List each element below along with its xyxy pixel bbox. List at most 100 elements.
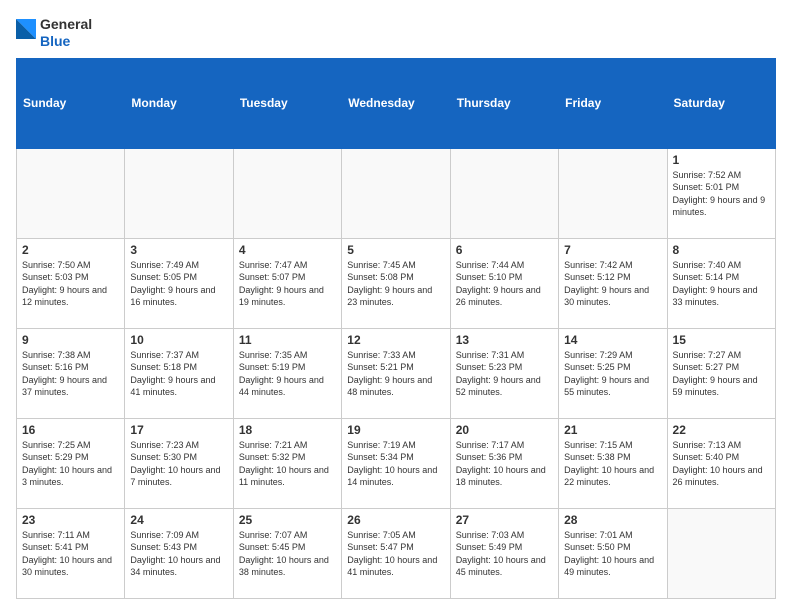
day-info: Sunrise: 7:25 AM Sunset: 5:29 PM Dayligh… xyxy=(22,439,119,489)
logo-triangle-icon xyxy=(16,19,36,47)
day-info: Sunrise: 7:49 AM Sunset: 5:05 PM Dayligh… xyxy=(130,259,227,309)
day-number: 9 xyxy=(22,333,119,347)
weekday-header: Tuesday xyxy=(233,58,341,148)
calendar-cell xyxy=(559,148,667,238)
weekday-header: Monday xyxy=(125,58,233,148)
calendar-week-row: 16 Sunrise: 7:25 AM Sunset: 5:29 PM Dayli… xyxy=(17,418,776,508)
page-header: General Blue xyxy=(16,16,776,50)
calendar-cell: 19Sunrise: 7:19 AM Sunset: 5:34 PM Dayli… xyxy=(342,418,450,508)
calendar-week-row: 23 Sunrise: 7:11 AM Sunset: 5:41 PM Dayli… xyxy=(17,508,776,598)
calendar-cell: 4 Sunrise: 7:47 AM Sunset: 5:07 PM Daylig… xyxy=(233,238,341,328)
day-number: 20 xyxy=(456,423,553,437)
day-info: Sunrise: 7:31 AM Sunset: 5:23 PM Dayligh… xyxy=(456,349,553,399)
calendar-cell: 5 Sunrise: 7:45 AM Sunset: 5:08 PM Daylig… xyxy=(342,238,450,328)
weekday-header: Sunday xyxy=(17,58,125,148)
day-info: Sunrise: 7:42 AM Sunset: 5:12 PM Dayligh… xyxy=(564,259,661,309)
day-number: 17 xyxy=(130,423,227,437)
weekday-header: Thursday xyxy=(450,58,558,148)
day-info: Sunrise: 7:07 AM Sunset: 5:45 PM Dayligh… xyxy=(239,529,336,579)
calendar-cell: 9 Sunrise: 7:38 AM Sunset: 5:16 PM Daylig… xyxy=(17,328,125,418)
calendar-cell: 27Sunrise: 7:03 AM Sunset: 5:49 PM Dayli… xyxy=(450,508,558,598)
day-number: 3 xyxy=(130,243,227,257)
day-number: 28 xyxy=(564,513,661,527)
day-number: 4 xyxy=(239,243,336,257)
calendar-cell: 23 Sunrise: 7:11 AM Sunset: 5:41 PM Dayli… xyxy=(17,508,125,598)
day-number: 11 xyxy=(239,333,336,347)
day-info: Sunrise: 7:09 AM Sunset: 5:43 PM Dayligh… xyxy=(130,529,227,579)
calendar-cell: 26 Sunrise: 7:05 AM Sunset: 5:47 PM Dayli… xyxy=(342,508,450,598)
logo-container: General Blue xyxy=(16,16,92,50)
day-number: 23 xyxy=(22,513,119,527)
day-number: 21 xyxy=(564,423,661,437)
day-info: Sunrise: 7:33 AM Sunset: 5:21 PM Dayligh… xyxy=(347,349,444,399)
day-info: Sunrise: 7:01 AM Sunset: 5:50 PM Dayligh… xyxy=(564,529,661,579)
calendar-cell: 28 Sunrise: 7:01 AM Sunset: 5:50 PM Dayli… xyxy=(559,508,667,598)
calendar-cell: 11Sunrise: 7:35 AM Sunset: 5:19 PM Dayli… xyxy=(233,328,341,418)
calendar-table: SundayMondayTuesdayWednesdayThursdayFrid… xyxy=(16,58,776,599)
calendar-cell xyxy=(450,148,558,238)
calendar-week-row: 9 Sunrise: 7:38 AM Sunset: 5:16 PM Daylig… xyxy=(17,328,776,418)
logo: General Blue xyxy=(16,16,92,50)
calendar-week-row: 1 Sunrise: 7:52 AM Sunset: 5:01 PM Daylig… xyxy=(17,148,776,238)
calendar-cell: 10 Sunrise: 7:37 AM Sunset: 5:18 PM Dayli… xyxy=(125,328,233,418)
calendar-cell: 22 Sunrise: 7:13 AM Sunset: 5:40 PM Dayli… xyxy=(667,418,775,508)
day-number: 12 xyxy=(347,333,444,347)
calendar-cell: 25 Sunrise: 7:07 AM Sunset: 5:45 PM Dayli… xyxy=(233,508,341,598)
weekday-header: Wednesday xyxy=(342,58,450,148)
day-number: 26 xyxy=(347,513,444,527)
calendar-cell: 20 Sunrise: 7:17 AM Sunset: 5:36 PM Dayli… xyxy=(450,418,558,508)
day-number: 2 xyxy=(22,243,119,257)
day-info: Sunrise: 7:50 AM Sunset: 5:03 PM Dayligh… xyxy=(22,259,119,309)
calendar-cell: 3 Sunrise: 7:49 AM Sunset: 5:05 PM Daylig… xyxy=(125,238,233,328)
day-number: 22 xyxy=(673,423,770,437)
calendar-cell xyxy=(342,148,450,238)
calendar-week-row: 2 Sunrise: 7:50 AM Sunset: 5:03 PM Daylig… xyxy=(17,238,776,328)
calendar-cell: 15Sunrise: 7:27 AM Sunset: 5:27 PM Dayli… xyxy=(667,328,775,418)
day-number: 25 xyxy=(239,513,336,527)
calendar-cell: 7 Sunrise: 7:42 AM Sunset: 5:12 PM Daylig… xyxy=(559,238,667,328)
calendar-cell: 13Sunrise: 7:31 AM Sunset: 5:23 PM Dayli… xyxy=(450,328,558,418)
day-number: 16 xyxy=(22,423,119,437)
day-info: Sunrise: 7:27 AM Sunset: 5:27 PM Dayligh… xyxy=(673,349,770,399)
calendar-cell xyxy=(125,148,233,238)
calendar-cell: 21 Sunrise: 7:15 AM Sunset: 5:38 PM Dayli… xyxy=(559,418,667,508)
day-info: Sunrise: 7:52 AM Sunset: 5:01 PM Dayligh… xyxy=(673,169,770,219)
calendar-header-row: SundayMondayTuesdayWednesdayThursdayFrid… xyxy=(17,58,776,148)
day-number: 7 xyxy=(564,243,661,257)
day-info: Sunrise: 7:47 AM Sunset: 5:07 PM Dayligh… xyxy=(239,259,336,309)
day-number: 10 xyxy=(130,333,227,347)
day-info: Sunrise: 7:15 AM Sunset: 5:38 PM Dayligh… xyxy=(564,439,661,489)
logo-general: General xyxy=(40,16,92,33)
day-info: Sunrise: 7:23 AM Sunset: 5:30 PM Dayligh… xyxy=(130,439,227,489)
weekday-header: Saturday xyxy=(667,58,775,148)
day-info: Sunrise: 7:40 AM Sunset: 5:14 PM Dayligh… xyxy=(673,259,770,309)
day-number: 1 xyxy=(673,153,770,167)
day-info: Sunrise: 7:38 AM Sunset: 5:16 PM Dayligh… xyxy=(22,349,119,399)
day-info: Sunrise: 7:29 AM Sunset: 5:25 PM Dayligh… xyxy=(564,349,661,399)
calendar-cell: 2 Sunrise: 7:50 AM Sunset: 5:03 PM Daylig… xyxy=(17,238,125,328)
day-info: Sunrise: 7:45 AM Sunset: 5:08 PM Dayligh… xyxy=(347,259,444,309)
calendar-cell: 14Sunrise: 7:29 AM Sunset: 5:25 PM Dayli… xyxy=(559,328,667,418)
day-info: Sunrise: 7:11 AM Sunset: 5:41 PM Dayligh… xyxy=(22,529,119,579)
day-number: 24 xyxy=(130,513,227,527)
calendar-cell: 16 Sunrise: 7:25 AM Sunset: 5:29 PM Dayli… xyxy=(17,418,125,508)
calendar-cell: 18Sunrise: 7:21 AM Sunset: 5:32 PM Dayli… xyxy=(233,418,341,508)
day-number: 5 xyxy=(347,243,444,257)
day-info: Sunrise: 7:13 AM Sunset: 5:40 PM Dayligh… xyxy=(673,439,770,489)
calendar-cell: 12 Sunrise: 7:33 AM Sunset: 5:21 PM Dayli… xyxy=(342,328,450,418)
day-info: Sunrise: 7:44 AM Sunset: 5:10 PM Dayligh… xyxy=(456,259,553,309)
day-info: Sunrise: 7:17 AM Sunset: 5:36 PM Dayligh… xyxy=(456,439,553,489)
calendar-cell xyxy=(233,148,341,238)
day-info: Sunrise: 7:21 AM Sunset: 5:32 PM Dayligh… xyxy=(239,439,336,489)
calendar-cell: 1 Sunrise: 7:52 AM Sunset: 5:01 PM Daylig… xyxy=(667,148,775,238)
weekday-header: Friday xyxy=(559,58,667,148)
day-number: 6 xyxy=(456,243,553,257)
day-number: 27 xyxy=(456,513,553,527)
day-info: Sunrise: 7:37 AM Sunset: 5:18 PM Dayligh… xyxy=(130,349,227,399)
calendar-cell xyxy=(17,148,125,238)
day-number: 19 xyxy=(347,423,444,437)
day-info: Sunrise: 7:05 AM Sunset: 5:47 PM Dayligh… xyxy=(347,529,444,579)
logo-text: General Blue xyxy=(40,16,92,50)
calendar-cell: 17 Sunrise: 7:23 AM Sunset: 5:30 PM Dayli… xyxy=(125,418,233,508)
logo-blue: Blue xyxy=(40,33,92,50)
